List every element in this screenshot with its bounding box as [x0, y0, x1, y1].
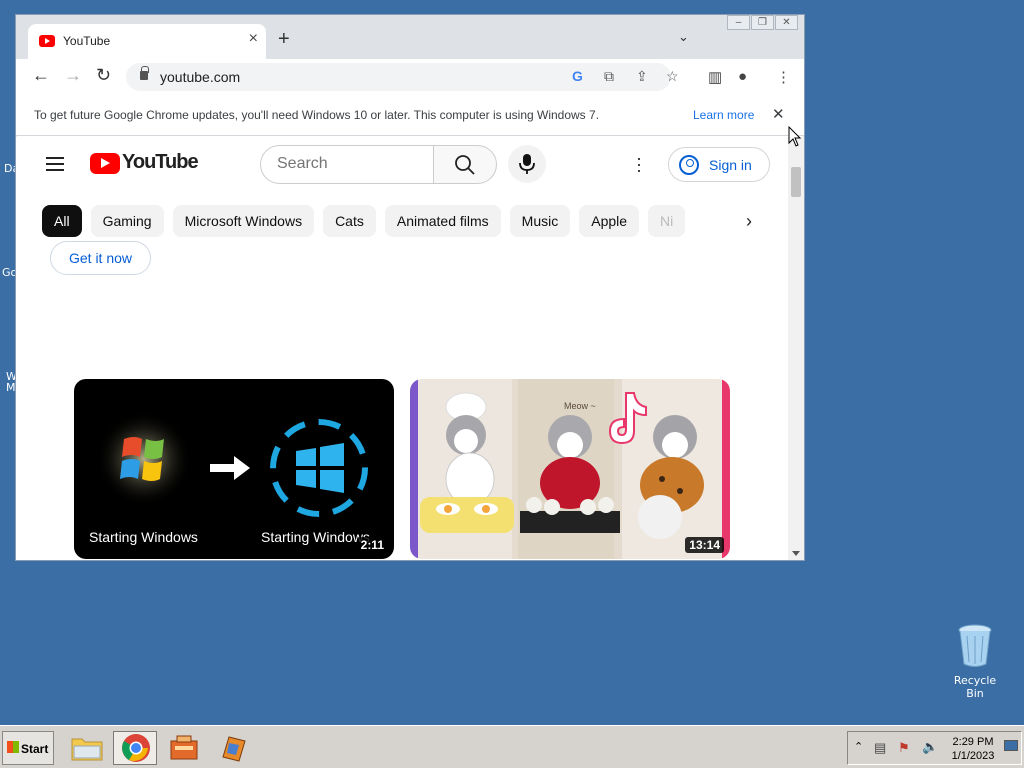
start-label: Start [21, 742, 49, 756]
voice-search-button[interactable] [508, 145, 546, 183]
search-input[interactable] [277, 155, 427, 173]
close-window-button[interactable]: ✕ [775, 15, 798, 30]
chip-cats[interactable]: Cats [323, 205, 376, 237]
google-lens-icon[interactable]: G [572, 68, 583, 84]
video-thumbnail-cats[interactable]: Meow ~ 13:14 [410, 379, 730, 559]
search-icon [455, 155, 475, 175]
clock-date: 1/1/2023 [951, 750, 995, 762]
get-it-now-button[interactable]: Get it now [50, 241, 151, 275]
show-hidden-icons-icon[interactable]: ⌃ [854, 740, 863, 753]
share-icon[interactable]: ⇪ [636, 68, 648, 85]
windows10-logo-icon [270, 419, 368, 517]
search-box[interactable] [260, 145, 434, 184]
meow-text: Meow ~ [564, 401, 596, 411]
folder-icon [71, 738, 103, 761]
category-chips: All Gaming Microsoft Windows Cats Animated f… [42, 205, 762, 237]
toolbar: ← → ↻ youtube.com G ⧉ ⇪ ☆ ▥ ● ⋮ [16, 59, 804, 95]
learn-more-link[interactable]: Learn more [693, 108, 754, 122]
search-button[interactable] [433, 145, 497, 184]
taskbar-explorer[interactable] [66, 731, 110, 765]
minimize-button[interactable]: – [727, 15, 750, 30]
update-infobar: To get future Google Chrome updates, you… [16, 95, 804, 136]
tab-search-chevron-icon[interactable]: ⌄ [678, 29, 689, 45]
chip-apple[interactable]: Apple [579, 205, 640, 237]
arrow-right-icon [210, 456, 250, 480]
video-duration: 13:14 [685, 537, 724, 553]
new-tab-button[interactable]: + [278, 28, 290, 51]
youtube-logo-icon[interactable] [90, 153, 120, 174]
chip-microsoft-windows[interactable]: Microsoft Windows [172, 205, 315, 237]
chip-partial[interactable]: Ni [648, 205, 686, 237]
recycle-bin[interactable]: Recycle Bin [944, 624, 1006, 700]
side-panel-icon[interactable]: ▥ [708, 68, 722, 86]
profile-icon[interactable]: ● [738, 68, 747, 85]
open-in-app-icon[interactable]: ⧉ [604, 68, 614, 85]
network-icon[interactable]: ▤ [874, 740, 886, 756]
video-duration: 2:11 [356, 537, 388, 553]
sign-in-button[interactable]: Sign in [668, 147, 770, 182]
media-app-icon [222, 736, 246, 762]
clock-time: 2:29 PM [952, 736, 994, 748]
bookmark-star-icon[interactable]: ☆ [666, 68, 679, 85]
volume-icon[interactable]: 🔈 [922, 739, 938, 755]
forward-arrow-icon[interactable]: → [64, 65, 82, 86]
account-icon [679, 155, 699, 175]
chip-gaming[interactable]: Gaming [90, 205, 164, 237]
lock-icon [140, 66, 149, 80]
chips-next-arrow-icon[interactable]: › [746, 211, 752, 232]
scrollbar-thumb[interactable] [791, 167, 801, 197]
tab-title: YouTube [63, 34, 111, 48]
windows-flag-icon [7, 741, 19, 753]
hamburger-menu-icon[interactable] [46, 157, 64, 175]
taskbar-chrome[interactable] [113, 731, 157, 765]
clock[interactable]: 2:29 PM 1/1/2023 [944, 735, 1002, 763]
taskbar: Start ⌃ ▤ ⚑ 🔈 2:29 PM 1/1/2023 [0, 725, 1024, 768]
address-bar[interactable]: youtube.com G ⧉ ⇪ ☆ [126, 63, 679, 91]
taskbar-app-3[interactable] [163, 731, 207, 765]
system-tray: ⌃ ▤ ⚑ 🔈 2:29 PM 1/1/2023 [847, 731, 1022, 765]
start-button[interactable]: Start [2, 731, 54, 765]
back-arrow-icon[interactable]: ← [32, 65, 50, 86]
tab-strip: YouTube × + ⌄ – ❐ ✕ [16, 15, 804, 59]
chip-all[interactable]: All [42, 205, 82, 237]
recycle-bin-icon [958, 624, 992, 668]
chrome-menu-icon[interactable]: ⋮ [776, 68, 791, 86]
thumbnail-caption-left: Starting Windows [89, 529, 198, 545]
microphone-icon [519, 154, 535, 174]
page-scrollbar[interactable] [788, 137, 804, 560]
reload-icon[interactable]: ↻ [96, 65, 111, 86]
url-text[interactable]: youtube.com [160, 69, 240, 85]
taskbar-app-4[interactable] [213, 731, 257, 765]
mouse-cursor-icon [788, 126, 802, 147]
close-infobar-icon[interactable]: ✕ [772, 105, 785, 123]
thumbnail-caption-right: Starting Windows [261, 529, 370, 545]
chrome-window: YouTube × + ⌄ – ❐ ✕ ← → ↻ youtube.com G … [15, 14, 805, 561]
chip-animated-films[interactable]: Animated films [384, 205, 501, 237]
recycle-bin-label: Recycle Bin [953, 674, 997, 700]
maximize-button[interactable]: ❐ [751, 15, 774, 30]
youtube-logo-text[interactable]: YouTube [122, 151, 199, 174]
video-thumbnail-windows[interactable]: Starting Windows Starting Windows 2:11 [74, 379, 394, 559]
action-center-icon[interactable]: ⚑ [898, 740, 910, 756]
youtube-favicon-icon [39, 35, 55, 47]
infobar-message: To get future Google Chrome updates, you… [34, 108, 600, 122]
chip-music[interactable]: Music [509, 205, 571, 237]
settings-menu-icon[interactable]: · · · [636, 149, 642, 179]
close-tab-icon[interactable]: × [249, 30, 258, 48]
sign-in-label: Sign in [709, 157, 752, 173]
toolbox-icon [170, 735, 198, 760]
show-desktop-icon[interactable] [1004, 740, 1018, 751]
chrome-icon [122, 734, 150, 762]
windows7-logo-icon [96, 411, 192, 507]
tab-youtube[interactable]: YouTube × [28, 24, 266, 59]
window-controls: – ❐ ✕ [727, 15, 798, 30]
youtube-page: YouTube ··· Sign in AllGamingMicrosoft W… [16, 137, 788, 560]
scroll-down-arrow-icon[interactable] [792, 551, 800, 556]
